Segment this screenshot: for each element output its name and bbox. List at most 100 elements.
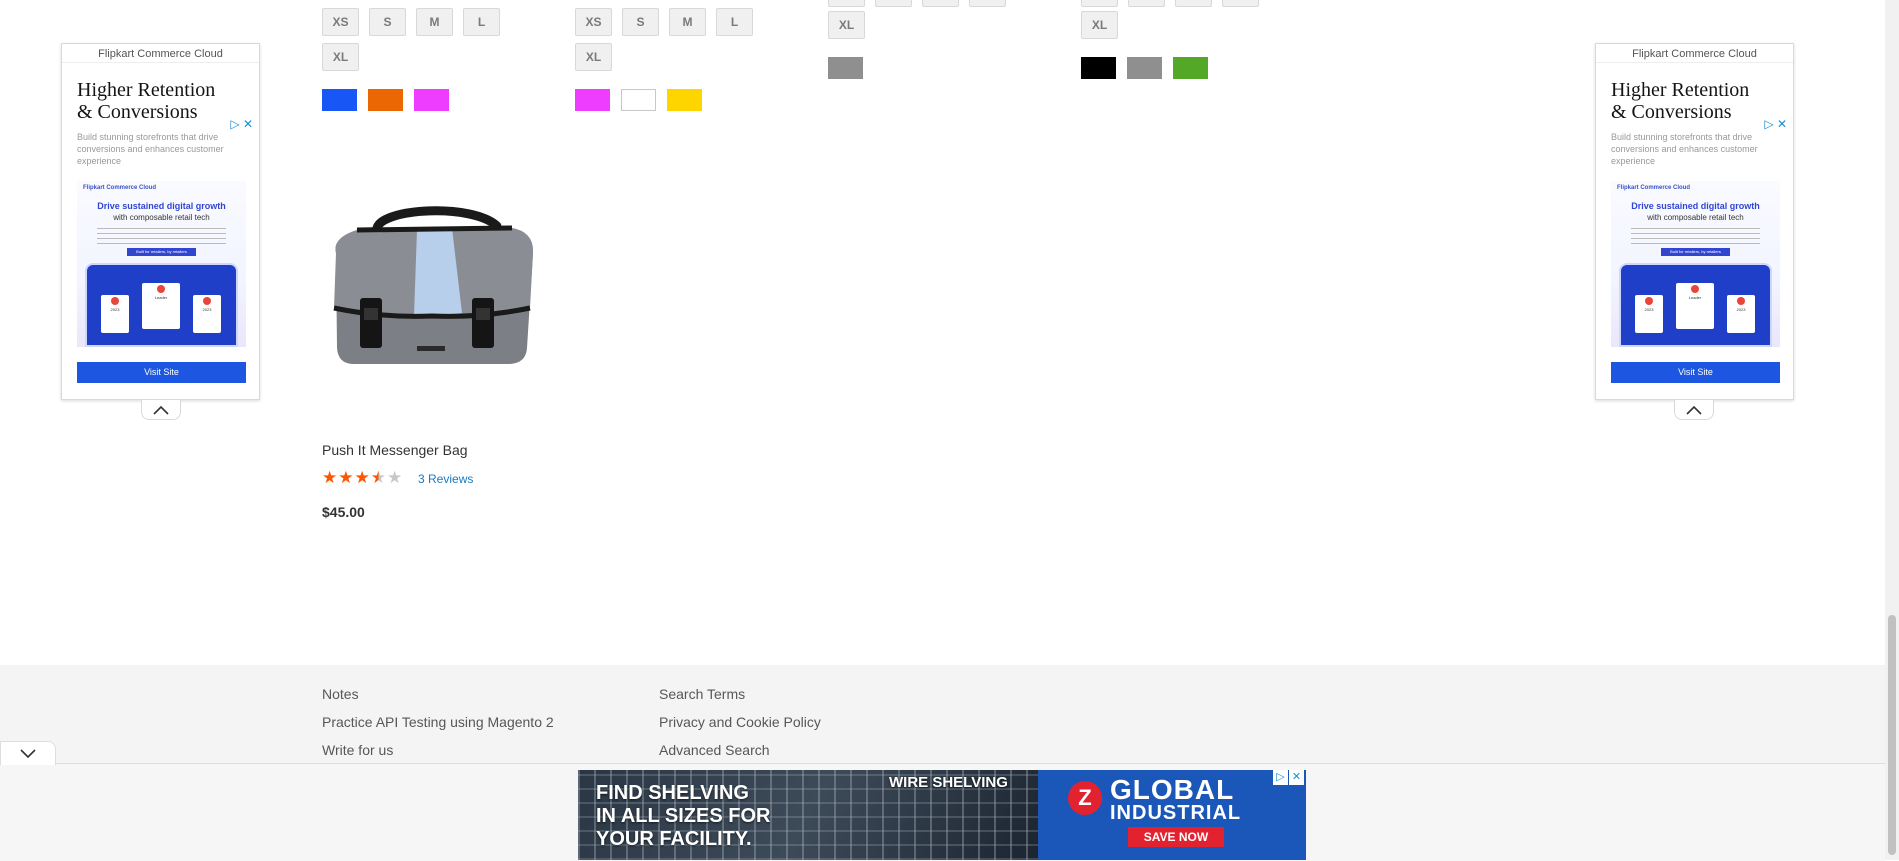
award-badge-icon: Leader xyxy=(1676,283,1714,329)
size-options-product-3 xyxy=(828,0,1006,7)
size-option-s[interactable]: S xyxy=(369,8,406,36)
ad-creative-panel: 2023 Leader 2023 xyxy=(85,263,238,347)
size-option[interactable] xyxy=(969,0,1006,7)
banner-adchoices[interactable]: ▷ ✕ xyxy=(1273,770,1304,785)
size-option-l[interactable]: L xyxy=(463,8,500,36)
size-option-xs[interactable]: XS xyxy=(575,8,612,36)
color-swatch-gray[interactable] xyxy=(1127,57,1162,79)
color-swatches-product-1 xyxy=(322,89,449,111)
ad-visit-site-button[interactable]: Visit Site xyxy=(77,362,246,383)
ad-creative-logo: Flipkart Commerce Cloud xyxy=(1617,185,1691,191)
color-swatches-product-3 xyxy=(828,57,863,79)
ad-creative-body-text xyxy=(1631,228,1760,244)
size-option[interactable] xyxy=(1175,0,1212,7)
size-option[interactable] xyxy=(875,0,912,7)
sticky-ad-collapse-button[interactable] xyxy=(0,741,56,765)
close-icon[interactable]: ✕ xyxy=(1289,770,1304,785)
ad-creative-tagline: Built for retailers, by retailers xyxy=(127,248,196,256)
scrollbar-thumb[interactable] xyxy=(1888,615,1896,855)
size-options-product-2: XS S M L xyxy=(575,8,753,36)
adchoices-icon[interactable]: ▷ xyxy=(1273,770,1288,785)
ad-creative-logo: Flipkart Commerce Cloud xyxy=(83,185,157,191)
size-option-l[interactable]: L xyxy=(716,8,753,36)
size-option[interactable] xyxy=(1081,0,1118,7)
ad-creative-body-text xyxy=(97,228,226,244)
ad-creative-image[interactable]: Flipkart Commerce Cloud Drive sustained … xyxy=(1611,181,1780,347)
ad-brand: Flipkart Commerce Cloud xyxy=(62,44,259,63)
star-icon: ★ xyxy=(322,468,338,487)
star-icon: ★ xyxy=(354,468,370,487)
color-swatch-purple[interactable] xyxy=(575,89,610,111)
star-icon: ★ xyxy=(338,468,354,487)
color-swatch-yellow[interactable] xyxy=(667,89,702,111)
footer-link-privacy-policy[interactable]: Privacy and Cookie Policy xyxy=(659,714,821,730)
product-image-messenger-bag[interactable] xyxy=(322,158,544,416)
banner-brand-line1: GLOBAL xyxy=(1110,774,1235,805)
ad-description: Build stunning storefronts that drive co… xyxy=(77,132,224,166)
color-swatches-product-2 xyxy=(575,89,702,111)
award-badge-icon: Leader xyxy=(142,283,180,329)
size-option[interactable] xyxy=(1128,0,1165,7)
ad-collapse-button[interactable] xyxy=(141,400,181,420)
chevron-down-icon xyxy=(20,748,36,758)
global-industrial-logo-icon: Z xyxy=(1068,781,1102,815)
color-swatch-gray[interactable] xyxy=(828,57,863,79)
color-swatch-purple[interactable] xyxy=(414,89,449,111)
size-option[interactable] xyxy=(922,0,959,7)
ad-creative-panel: 2023 Leader 2023 xyxy=(1619,263,1772,347)
ad-description: Build stunning storefronts that drive co… xyxy=(1611,132,1758,166)
ad-creative-subhead: with composable retail tech xyxy=(1647,213,1744,222)
adchoices-icon[interactable]: ▷ ✕ xyxy=(1764,117,1787,131)
rating-stars: ★ ★ ★ ★ ★ xyxy=(322,469,402,487)
award-badge-icon: 2023 xyxy=(193,295,221,333)
banner-headline: FIND SHELVING IN ALL SIZES FOR YOUR FACI… xyxy=(596,782,771,850)
size-option-xs[interactable]: XS xyxy=(322,8,359,36)
reviews-link[interactable]: 3 Reviews xyxy=(418,472,473,486)
size-option-xl[interactable]: XL xyxy=(828,11,865,39)
ad-creative-tagline: Built for retailers, by retailers xyxy=(1661,248,1730,256)
color-swatch-orange[interactable] xyxy=(368,89,403,111)
side-ad-left[interactable]: Flipkart Commerce Cloud Higher Retention… xyxy=(61,43,260,400)
product-name-link[interactable]: Push It Messenger Bag xyxy=(322,442,468,458)
footer-link-search-terms[interactable]: Search Terms xyxy=(659,686,745,702)
banner-save-now-button[interactable]: SAVE NOW xyxy=(1128,827,1224,847)
footer-link-practice-api[interactable]: Practice API Testing using Magento 2 xyxy=(322,714,554,730)
color-swatches-product-4 xyxy=(1081,57,1208,79)
page-scrollbar[interactable] xyxy=(1885,0,1899,860)
size-option[interactable] xyxy=(1222,0,1259,7)
color-swatch-green[interactable] xyxy=(1173,57,1208,79)
footer-link-notes[interactable]: Notes xyxy=(322,686,359,702)
star-half-icon: ★ xyxy=(370,468,386,487)
size-option-s[interactable]: S xyxy=(622,8,659,36)
award-badge-icon: 2023 xyxy=(101,295,129,333)
ad-collapse-button[interactable] xyxy=(1674,400,1714,420)
chevron-up-icon xyxy=(1686,405,1702,415)
color-swatch-blue[interactable] xyxy=(322,89,357,111)
color-swatch-black[interactable] xyxy=(1081,57,1116,79)
size-option[interactable] xyxy=(828,0,865,7)
award-badge-icon: 2023 xyxy=(1635,295,1663,333)
ad-creative-headline: Drive sustained digital growth xyxy=(97,201,226,211)
footer-link-advanced-search[interactable]: Advanced Search xyxy=(659,742,770,758)
size-option-m[interactable]: M xyxy=(669,8,706,36)
footer-link-write-for-us[interactable]: Write for us xyxy=(322,742,393,758)
side-ad-right[interactable]: Flipkart Commerce Cloud Higher Retention… xyxy=(1595,43,1794,400)
adchoices-icon[interactable]: ▷ ✕ xyxy=(230,117,253,131)
size-option-xl[interactable]: XL xyxy=(575,43,612,71)
ad-creative-image[interactable]: Flipkart Commerce Cloud Drive sustained … xyxy=(77,181,246,347)
star-empty-icon: ★ xyxy=(387,468,403,487)
color-swatch-white[interactable] xyxy=(621,89,656,111)
ad-creative-subhead: with composable retail tech xyxy=(113,213,210,222)
banner-brand-line2: INDUSTRIAL xyxy=(1110,802,1242,824)
sticky-banner-ad[interactable]: FIND SHELVING IN ALL SIZES FOR YOUR FACI… xyxy=(578,770,1306,860)
chevron-up-icon xyxy=(153,405,169,415)
size-options-product-1: XS S M L xyxy=(322,8,500,36)
size-option-xl[interactable]: XL xyxy=(1081,11,1118,39)
banner-brand-panel: Z GLOBAL INDUSTRIAL SAVE NOW xyxy=(1038,770,1306,860)
size-option-m[interactable]: M xyxy=(416,8,453,36)
product-price: $45.00 xyxy=(322,504,365,520)
ad-visit-site-button[interactable]: Visit Site xyxy=(1611,362,1780,383)
size-option-xl[interactable]: XL xyxy=(322,43,359,71)
award-badge-icon: 2023 xyxy=(1727,295,1755,333)
banner-category: WIRE SHELVING xyxy=(889,774,1008,791)
